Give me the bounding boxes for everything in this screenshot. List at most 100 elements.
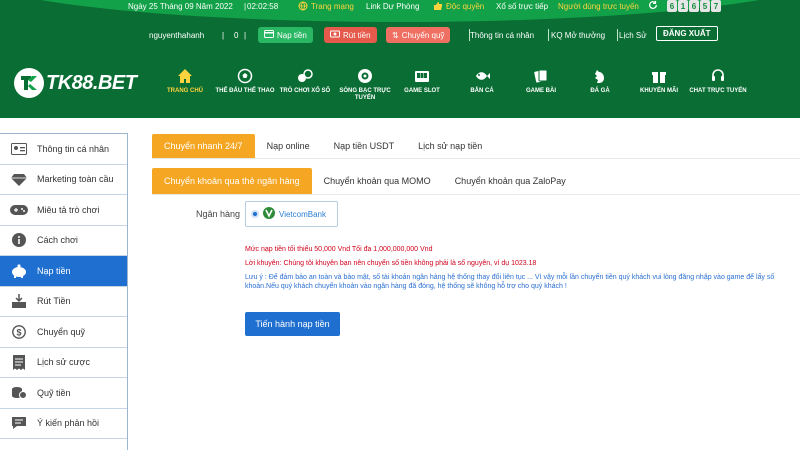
tab-momo[interactable]: Chuyển khoản qua MOMO — [312, 168, 443, 194]
cash-icon — [330, 30, 340, 40]
sidebar-item-label: Ý kiến phản hồi — [37, 418, 100, 429]
sidebar-item-label: Thông tin cá nhân — [37, 143, 110, 154]
nav-cards[interactable]: GAME BÀI — [509, 68, 573, 95]
divider — [548, 29, 549, 41]
sidebar-item-deposit[interactable]: Nạp tiền — [0, 256, 127, 287]
nav-lottery[interactable]: TRÒ CHƠI XỔ SỐ — [273, 68, 337, 95]
deposit-label: Nạp tiền — [277, 30, 307, 40]
lottery-link[interactable]: Xổ số trực tiếp — [496, 2, 548, 11]
nav-label: GAME BÀI — [526, 88, 556, 94]
withdraw-icon — [10, 293, 28, 309]
divider — [617, 29, 618, 41]
gift-icon — [651, 68, 667, 84]
tab-fast-transfer[interactable]: Chuyển nhanh 24/7 — [152, 134, 255, 158]
nav-label: SÒNG BẠC TRỰC TUYẾN — [339, 88, 391, 101]
nav-label: KHUYẾN MÃI — [639, 88, 678, 94]
bank-name: VietcomBank — [279, 209, 326, 219]
online-users-label: Người dùng trực tuyến — [558, 2, 639, 11]
home-icon — [177, 68, 193, 84]
chat-icon — [10, 415, 28, 431]
coins-icon — [10, 385, 28, 401]
slot-machine-icon — [414, 68, 430, 84]
sidebar-item-withdraw[interactable]: Rút Tiền — [0, 287, 127, 317]
sidebar-item-personal-info[interactable]: Thông tin cá nhân — [0, 134, 127, 165]
history-link[interactable]: Lịch Sử — [619, 31, 647, 40]
transfer-button[interactable]: ⇅ Chuyển quỹ — [386, 27, 451, 43]
tab-zalopay[interactable]: Chuyển khoản qua ZaloPay — [443, 168, 578, 194]
nav-fishing[interactable]: BẮN CÁ — [450, 68, 514, 95]
clock-text: 02:02:58 — [247, 2, 279, 11]
sidebar-item-funds[interactable]: Quỹ tiền — [0, 378, 127, 409]
network-link[interactable]: Trang mạng — [298, 1, 354, 11]
sidebar-item-label: Marketing toàn cầu — [37, 174, 114, 185]
account-sidebar: Thông tin cá nhân Marketing toàn cầu Miê… — [0, 133, 128, 450]
logo-text: TK88.BET — [46, 71, 137, 94]
exclusive-link[interactable]: Độc quyền — [433, 1, 484, 11]
piggy-bank-icon — [10, 263, 28, 279]
sidebar-item-bet-history[interactable]: Lịch sử cược — [0, 348, 127, 378]
transfer-arrows-icon: ⇅ — [392, 30, 399, 40]
sidebar-item-label: Nạp tiền — [37, 265, 71, 276]
top-info-bar: Ngày 25 Tháng 09 Năm 2022 | 02:02:58 Tra… — [0, 0, 800, 14]
nav-label: THỂ ĐẤU THỂ THAO — [215, 88, 275, 94]
transfer-label: Chuyển quỹ — [401, 30, 445, 40]
tab-online-deposit[interactable]: Nạp online — [255, 134, 322, 158]
personal-info-link[interactable]: Thông tin cá nhân — [470, 31, 534, 40]
rooster-icon — [592, 68, 608, 84]
sidebar-item-label: Miêu tả trò chơi — [37, 204, 100, 215]
sidebar-item-feedback[interactable]: Ý kiến phản hồi — [0, 409, 127, 439]
deposit-limit-note: Mức nạp tiền tối thiểu 50,000 Vnd Tối đa… — [245, 246, 433, 253]
nav-label: CHAT TRỰC TUYẾN — [689, 88, 747, 94]
site-logo[interactable]: TK88.BET — [14, 68, 137, 98]
lottery-balls-icon — [297, 68, 313, 84]
deposit-button[interactable]: Nạp tiền — [258, 27, 313, 43]
proceed-deposit-button[interactable]: Tiến hành nạp tiền — [245, 312, 340, 336]
radio-selected-icon[interactable] — [251, 210, 259, 218]
nav-home[interactable]: TRANG CHỦ — [153, 68, 217, 95]
nav-live-chat[interactable]: CHAT TRỰC TUYẾN — [686, 68, 750, 95]
user-bar: nguyenthahanh | 0 | Nạp tiền Rút tiền ⇅ … — [0, 25, 800, 45]
tab-deposit-history[interactable]: Lịch sử nạp tiền — [406, 134, 494, 158]
card-icon — [264, 30, 274, 40]
sidebar-item-how-to-play[interactable]: Cách chơi — [0, 226, 127, 256]
nav-sports[interactable]: THỂ ĐẤU THỂ THAO — [213, 68, 277, 95]
fish-icon — [474, 68, 490, 84]
withdraw-button[interactable]: Rút tiền — [324, 27, 377, 43]
tab-usdt-deposit[interactable]: Nạp tiền USDT — [322, 134, 407, 158]
tab-bank-card[interactable]: Chuyển khoản qua thẻ ngân hàng — [152, 168, 312, 194]
nav-cockfight[interactable]: ĐÁ GÀ — [568, 68, 632, 95]
nav-label: TRANG CHỦ — [167, 88, 203, 94]
deposit-method-tabs: Chuyển nhanh 24/7 Nạp online Nạp tiền US… — [152, 134, 494, 158]
receipt-icon — [10, 354, 28, 370]
globe-icon — [298, 1, 308, 11]
deposit-panel: Chuyển nhanh 24/7 Nạp online Nạp tiền US… — [140, 124, 800, 450]
sidebar-item-marketing[interactable]: Marketing toàn cầu — [0, 165, 127, 195]
balance: 0 — [234, 30, 239, 40]
svg-text:$: $ — [16, 327, 21, 337]
nav-slot[interactable]: GAME SLOT — [390, 68, 454, 95]
diamond-icon — [10, 171, 28, 187]
date-text: Ngày 25 Tháng 09 Năm 2022 — [128, 2, 233, 11]
sidebar-item-transfer[interactable]: $ Chuyển quỹ — [0, 317, 127, 348]
deposit-advice-note: Lời khuyên: Chúng tôi khuyên bạn nên chu… — [245, 260, 537, 267]
nav-casino[interactable]: SÒNG BẠC TRỰC TUYẾN — [333, 68, 397, 102]
sidebar-item-label: Chuyển quỹ — [37, 326, 86, 337]
refresh-icon[interactable] — [648, 0, 658, 10]
sidebar-item-game-description[interactable]: Miêu tả trò chơi — [0, 195, 127, 226]
logout-button[interactable]: ĐĂNG XUẤT — [656, 26, 718, 41]
counter-digit: 7 — [711, 0, 721, 12]
soccer-ball-icon — [237, 68, 253, 84]
info-icon — [10, 232, 28, 248]
cards-icon — [533, 68, 549, 84]
sidebar-item-label: Rút Tiền — [37, 296, 71, 307]
tab-divider — [152, 158, 800, 159]
online-counter: 6 1 6 5 7 — [667, 0, 721, 12]
username: nguyenthahanh — [149, 30, 205, 40]
headset-icon — [710, 68, 726, 84]
nav-promotions[interactable]: KHUYẾN MÃI — [627, 68, 691, 95]
bank-option-vietcombank[interactable]: VietcomBank — [245, 201, 338, 227]
logo-mark-icon — [14, 68, 44, 98]
lottery-results-link[interactable]: KQ Mở thưởng — [551, 31, 605, 40]
backup-link[interactable]: Link Dự Phòng — [366, 2, 419, 11]
thumbs-up-icon — [433, 1, 443, 11]
